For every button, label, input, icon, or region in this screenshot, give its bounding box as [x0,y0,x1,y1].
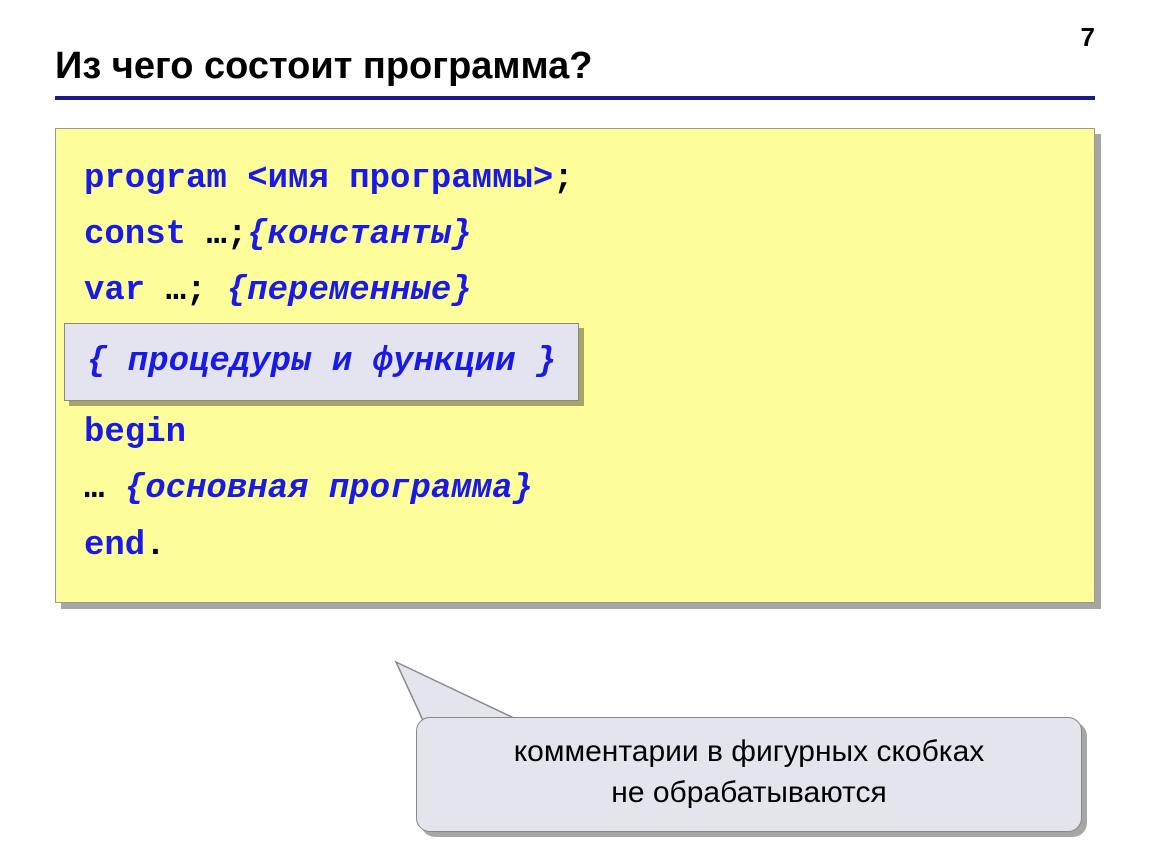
placeholder-program-name: <имя программы> [227,160,553,198]
code-line-3: var …; {переменные} [84,263,1066,319]
keyword-const: const [84,216,186,254]
comment-constants: {константы} [247,216,471,254]
note-line-2: не обрабатываются [439,773,1059,814]
note-line-1: комментарии в фигурных скобках [439,732,1059,773]
page-number: 7 [1081,22,1095,53]
comment-procedures-functions: { процедуры и функции } [87,343,556,381]
text: …; [186,216,247,254]
code-line-4: { процедуры и функции } [84,319,1066,405]
code-box: program <имя программы>; const …;{конста… [55,128,1095,603]
keyword-begin: begin [84,414,186,452]
note-callout: комментарии в фигурных скобках не обраба… [416,717,1082,832]
dot: . [145,527,165,565]
slide: 7 Из чего состоит программа? program <им… [0,0,1150,864]
code-line-7: end. [84,518,1066,574]
code-line-5: begin [84,405,1066,461]
title-underline [55,96,1095,100]
semicolon: ; [553,160,573,198]
keyword-end: end [84,527,145,565]
inner-callout: { процедуры и функции } [64,323,579,401]
comment-main-program: {основная программа} [125,470,533,508]
keyword-program: program [84,160,227,198]
keyword-var: var [84,272,145,310]
slide-title: Из чего состоит программа? [55,45,1095,88]
code-line-6: … {основная программа} [84,461,1066,517]
code-line-1: program <имя программы>; [84,151,1066,207]
text: … [84,470,125,508]
code-line-2: const …;{константы} [84,207,1066,263]
text: …; [145,272,227,310]
comment-variables: {переменные} [227,272,472,310]
